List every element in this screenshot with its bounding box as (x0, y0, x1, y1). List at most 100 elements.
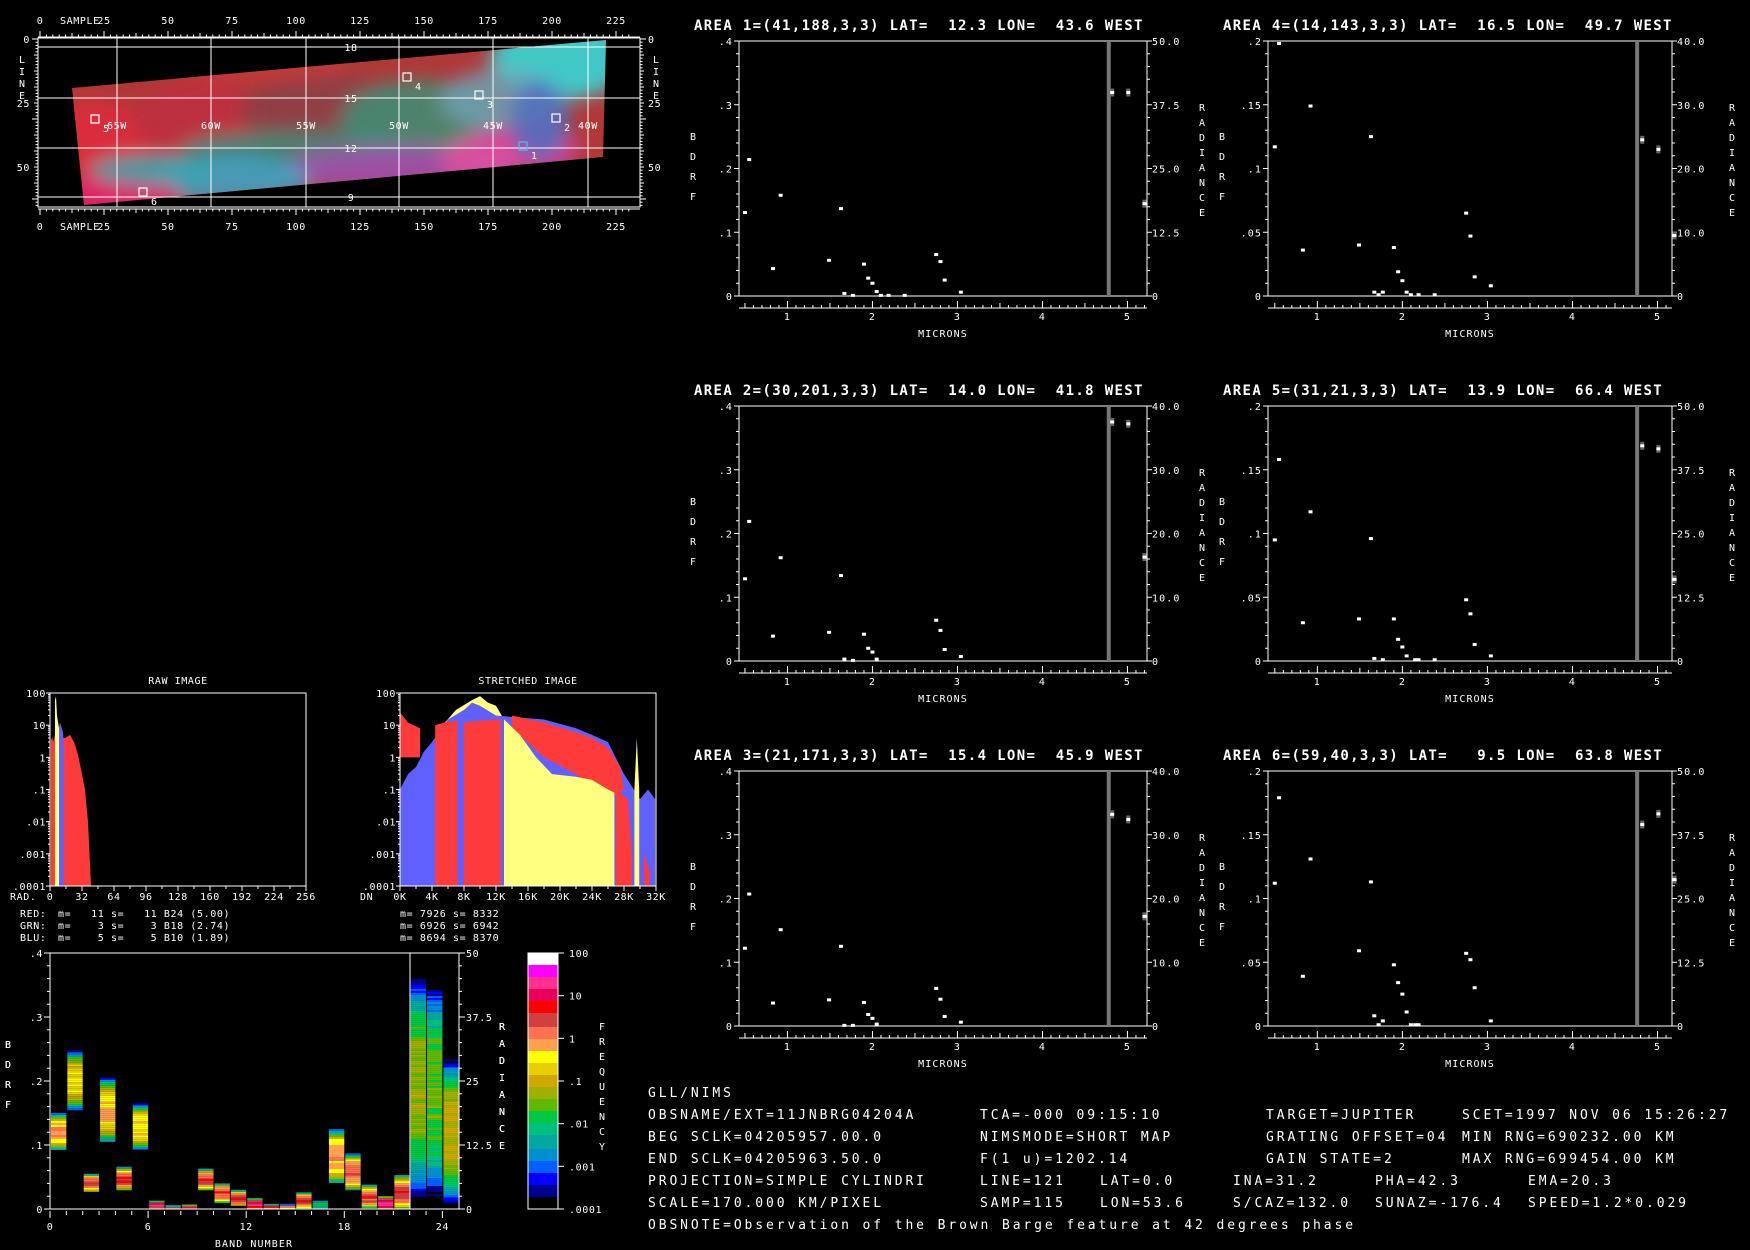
bdrf-data-point (1432, 658, 1437, 662)
band-frequency-cell (427, 1080, 443, 1083)
radiance-tick-label: 20.0 (1677, 165, 1705, 176)
micron-tick-label: 5 (1124, 312, 1131, 323)
bdrf-tick-label: 0 (1255, 292, 1262, 303)
band-frequency-cell (427, 996, 443, 999)
micron-tick-label: 1 (784, 677, 791, 688)
bdrf-data-point (934, 618, 939, 622)
micron-tick-label: 5 (1124, 677, 1131, 688)
band-frequency-cell (296, 1206, 312, 1209)
band-frequency-cell (443, 1111, 459, 1114)
band-frequency-cell (83, 1185, 100, 1188)
bdrf-data-point (866, 276, 871, 280)
spectrum-title: AREA 1=(41,188,3,3) LAT= 12.3 LON= 43.6 … (694, 18, 1144, 34)
band-frequency-cell (198, 1174, 214, 1177)
band-frequency-cell (410, 1142, 427, 1145)
bdrf-data-point (1376, 293, 1381, 297)
bdrf-data-point (958, 290, 963, 294)
microns-axis-label: MICRONS (1445, 1059, 1495, 1070)
band-frequency-cell (427, 1050, 443, 1053)
band-frequency-cell (427, 1200, 443, 1203)
y-tick-label: 10 (383, 721, 396, 732)
bdrf-data-point (827, 998, 832, 1002)
band-frequency-cell (247, 1204, 263, 1207)
radiance-tick-label: 20.0 (1152, 895, 1180, 906)
band-frequency-cell (443, 1083, 459, 1086)
band-frequency-cell (427, 1074, 443, 1077)
band-frequency-cell (427, 1082, 443, 1085)
x-tick-label: 64 (107, 892, 120, 903)
band-frequency-cell (361, 1186, 377, 1189)
band-frequency-cell (427, 1142, 443, 1145)
band-frequency-cell (427, 1052, 443, 1055)
band-frequency-cell (410, 1106, 427, 1109)
bdrf-data-point (938, 997, 943, 1001)
longitude-label: 50W (389, 121, 409, 132)
band-frequency-cell (361, 1202, 377, 1205)
band-frequency-cell (410, 1004, 427, 1007)
band-frequency-cell (410, 1030, 427, 1033)
band-frequency-cell (410, 1032, 427, 1035)
band-frequency-cell (345, 1179, 361, 1182)
band-frequency-cell (328, 1137, 345, 1139)
band-frequency-cell (312, 1204, 328, 1207)
band-frequency-cell (443, 1081, 459, 1084)
micron-tick-label: 3 (954, 1042, 961, 1053)
sunaz-value: SUNAZ=-176.4 (1375, 1196, 1504, 1211)
band-frequency-cell (427, 984, 443, 987)
band-frequency-cell (116, 1182, 132, 1185)
band-frequency-cell (361, 1192, 377, 1195)
plot-frame (738, 40, 1148, 297)
band-frequency-cell (410, 996, 427, 999)
band-frequency-cell (443, 1151, 459, 1154)
micron-tick-label: 2 (869, 312, 876, 323)
sample-tick-label: 100 (286, 16, 306, 27)
bdrf-data-point (839, 574, 843, 578)
band-frequency-cell (410, 994, 427, 997)
radiance-data-point (1142, 914, 1147, 918)
band-frequency-cell (410, 1192, 427, 1195)
sample-tick-label: 0 (37, 222, 44, 233)
band-frequency-cell (443, 1189, 459, 1192)
band-frequency-cell (443, 1193, 459, 1196)
band-frequency-cell (410, 1110, 427, 1113)
bdrf-data-point (1472, 986, 1477, 990)
latitude-label: 12 (344, 144, 357, 155)
band-frequency-cell (230, 1197, 247, 1200)
radiance-axis-label: RADIANCE (1728, 832, 1736, 949)
colorbar-tick-label: .1 (569, 1077, 582, 1088)
radiance-tick-label: 37.5 (1677, 831, 1705, 842)
band-frequency-cell (410, 1116, 427, 1119)
bdrf-data-point (842, 1023, 847, 1027)
min-range: MIN RNG=690232.00 KM (1462, 1130, 1677, 1145)
bdrf-data-point (1396, 637, 1401, 641)
band-frequency-cell (410, 1180, 427, 1183)
bdrf-data-point (1404, 654, 1409, 658)
band-frequency-cell (198, 1182, 214, 1185)
y-tick-label: .1 (383, 786, 396, 797)
x-tick-label: 160 (200, 892, 220, 903)
band-frequency-cell (198, 1178, 214, 1181)
band-frequency-cell (410, 1028, 427, 1031)
bdrf-tick-label: .15 (1241, 101, 1262, 112)
radiance-tick-label: 50.0 (1677, 767, 1705, 778)
band-frequency-cell (100, 1111, 116, 1114)
band-frequency-cell (427, 986, 443, 989)
band-frequency-cell (427, 1028, 443, 1031)
band-frequency-cell (410, 1018, 427, 1021)
band-frequency-cell (345, 1153, 361, 1156)
band-frequency-cell (410, 1120, 427, 1123)
band-frequency-cell (247, 1200, 263, 1203)
band-frequency-cell (378, 1200, 394, 1203)
band-frequency-cell (394, 1201, 410, 1204)
band-frequency-cell (427, 1016, 443, 1019)
sample-tick-label: 225 (606, 222, 626, 233)
band-frequency-cell (427, 1162, 443, 1165)
band-frequency-cell (67, 1076, 83, 1079)
x-axis-label: RAD. (10, 892, 36, 903)
band-frequency-cell (345, 1167, 361, 1170)
band-frequency-cell (443, 1183, 459, 1186)
band-frequency-cell (100, 1129, 116, 1132)
bdrf-tick-label: .4 (719, 37, 733, 48)
bdrf-data-point (850, 1023, 855, 1027)
band-frequency-cell (427, 1064, 443, 1067)
